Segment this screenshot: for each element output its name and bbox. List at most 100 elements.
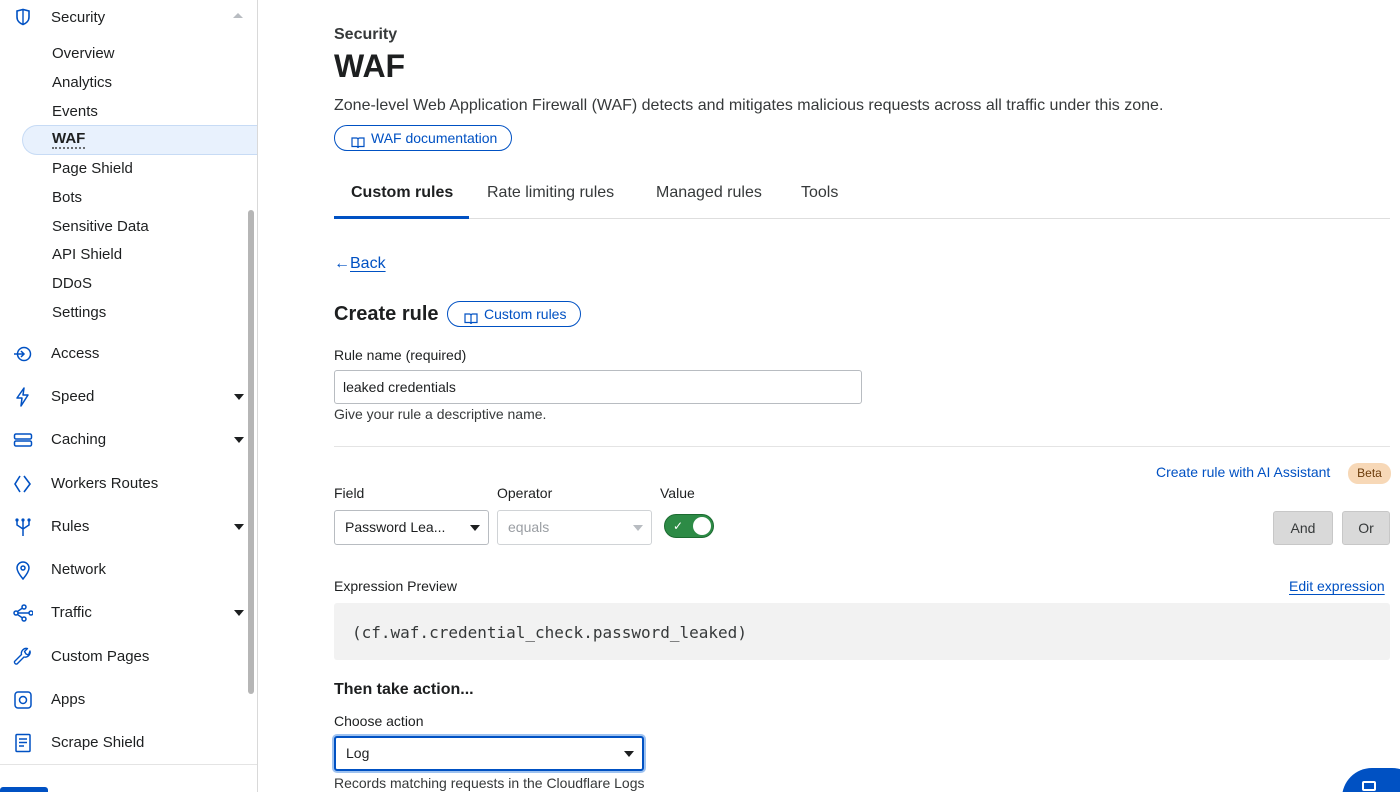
sidebar-item-label: Workers Routes xyxy=(51,475,159,492)
sidebar-subitem-bots[interactable]: Bots xyxy=(52,189,82,206)
caret-down-icon[interactable] xyxy=(234,524,244,530)
sidebar-scrollbar[interactable] xyxy=(248,210,254,694)
and-button[interactable]: And xyxy=(1273,511,1333,545)
caret-down-icon xyxy=(624,751,634,757)
sidebar-item-label: Network xyxy=(51,561,107,578)
active-tab-indicator xyxy=(334,216,469,219)
lightning-icon xyxy=(13,387,33,407)
wrench-icon xyxy=(13,647,33,667)
field-label: Field xyxy=(334,485,365,501)
caret-down-icon[interactable] xyxy=(234,394,244,400)
choose-action-label: Choose action xyxy=(334,713,424,729)
shield-icon xyxy=(14,8,32,26)
back-label: Back xyxy=(350,255,386,272)
take-action-heading: Then take action... xyxy=(334,681,474,698)
or-button[interactable]: Or xyxy=(1342,511,1390,545)
rule-name-label: Rule name (required) xyxy=(334,347,467,363)
sidebar-section-security[interactable]: Security xyxy=(0,0,257,34)
rule-name-input[interactable] xyxy=(334,370,862,404)
sidebar-subitem-settings[interactable]: Settings xyxy=(52,304,106,321)
chat-icon xyxy=(1362,781,1376,791)
sidebar-subitem-events[interactable]: Events xyxy=(52,103,98,120)
action-select[interactable]: Log xyxy=(334,736,644,771)
expression-preview: (cf.waf.credential_check.password_leaked… xyxy=(334,603,1390,660)
custom-rules-docs-link[interactable]: Custom rules xyxy=(447,301,582,327)
tab-custom-rules[interactable]: Custom rules xyxy=(351,184,453,202)
sidebar-item-apps[interactable]: Apps xyxy=(0,681,257,717)
check-icon: ✓ xyxy=(673,519,684,533)
access-icon xyxy=(13,344,33,364)
sidebar-item-speed[interactable]: Speed xyxy=(0,378,257,414)
tab-tools[interactable]: Tools xyxy=(801,184,838,202)
sidebar-bottom-badge[interactable] xyxy=(0,787,48,792)
action-select-value: Log xyxy=(346,745,370,761)
operator-select-value: equals xyxy=(508,519,550,535)
sidebar-item-workers-routes[interactable]: Workers Routes xyxy=(0,465,257,501)
book-icon xyxy=(464,308,478,325)
document-icon xyxy=(13,733,33,753)
tab-managed-rules[interactable]: Managed rules xyxy=(656,184,762,202)
page-description: Zone-level Web Application Firewall (WAF… xyxy=(334,97,1164,114)
server-icon xyxy=(13,430,33,450)
sidebar-subitem-api-shield[interactable]: API Shield xyxy=(52,246,122,263)
expression-preview-label: Expression Preview xyxy=(334,578,457,594)
apps-icon xyxy=(13,690,33,710)
ai-assistant-link[interactable]: Create rule with AI Assistant xyxy=(1156,464,1330,480)
chevron-up-icon[interactable] xyxy=(233,13,243,18)
book-icon xyxy=(351,132,365,149)
operator-label: Operator xyxy=(497,485,553,501)
toggle-knob xyxy=(693,517,711,535)
sidebar-item-network[interactable]: Network xyxy=(0,551,257,587)
fork-icon xyxy=(13,517,33,537)
share-nodes-icon xyxy=(13,603,34,623)
sidebar-item-scrape-shield[interactable]: Scrape Shield xyxy=(0,724,257,760)
sidebar-item-label: Apps xyxy=(51,691,86,708)
sidebar-subitem-overview[interactable]: Overview xyxy=(52,45,115,62)
arrow-left-icon: ← xyxy=(334,255,350,272)
sidebar-item-label: Caching xyxy=(51,431,107,448)
beta-badge: Beta xyxy=(1348,463,1391,484)
edit-expression-link[interactable]: Edit expression xyxy=(1289,578,1385,594)
custom-rules-docs-label: Custom rules xyxy=(484,306,567,322)
sidebar-item-traffic[interactable]: Traffic xyxy=(0,594,257,630)
sidebar-subitem-sensitive-data[interactable]: Sensitive Data xyxy=(52,218,149,235)
page-eyebrow: Security xyxy=(334,26,398,43)
caret-down-icon[interactable] xyxy=(234,437,244,443)
sidebar: Security Overview Analytics Events WAF P… xyxy=(0,0,258,792)
sidebar-subitem-ddos[interactable]: DDoS xyxy=(52,275,92,292)
field-select-value: Password Lea... xyxy=(345,519,446,535)
value-toggle[interactable]: ✓ xyxy=(664,514,714,538)
sidebar-item-rules[interactable]: Rules xyxy=(0,508,257,544)
caret-down-icon[interactable] xyxy=(234,610,244,616)
sidebar-subitem-waf[interactable]: WAF xyxy=(52,131,86,149)
sidebar-item-label: Traffic xyxy=(51,604,92,621)
value-label: Value xyxy=(660,485,695,501)
section-divider xyxy=(334,446,1390,447)
sidebar-item-access[interactable]: Access xyxy=(0,335,257,371)
sidebar-item-custom-pages[interactable]: Custom Pages xyxy=(0,638,257,674)
caret-down-icon xyxy=(633,525,643,531)
tab-bar: Custom rules Rate limiting rules Managed… xyxy=(334,176,1390,219)
workers-icon xyxy=(13,474,33,494)
sidebar-divider xyxy=(0,764,257,765)
main-content: Security WAF Zone-level Web Application … xyxy=(258,0,1400,792)
field-select[interactable]: Password Lea... xyxy=(334,510,489,545)
sidebar-item-caching[interactable]: Caching xyxy=(0,421,257,457)
waf-documentation-link[interactable]: WAF documentation xyxy=(334,125,513,151)
tab-rate-limiting-rules[interactable]: Rate limiting rules xyxy=(487,184,614,202)
sidebar-subitem-page-shield[interactable]: Page Shield xyxy=(52,160,133,177)
waf-documentation-label: WAF documentation xyxy=(371,130,498,146)
back-link[interactable]: ←Back xyxy=(334,255,386,273)
sidebar-item-label: Scrape Shield xyxy=(51,734,145,751)
action-help: Records matching requests in the Cloudfl… xyxy=(334,775,645,791)
create-rule-heading: Create rule xyxy=(334,303,439,325)
sidebar-item-label: Access xyxy=(51,345,100,362)
rule-name-help: Give your rule a descriptive name. xyxy=(334,406,547,422)
sidebar-item-label: Custom Pages xyxy=(51,648,150,665)
support-chat-button[interactable] xyxy=(1342,768,1400,792)
caret-down-icon xyxy=(470,525,480,531)
sidebar-subitem-analytics[interactable]: Analytics xyxy=(52,74,112,91)
sidebar-item-label: Speed xyxy=(51,388,95,405)
page-title: WAF xyxy=(334,48,406,84)
sidebar-item-label: Rules xyxy=(51,518,90,535)
